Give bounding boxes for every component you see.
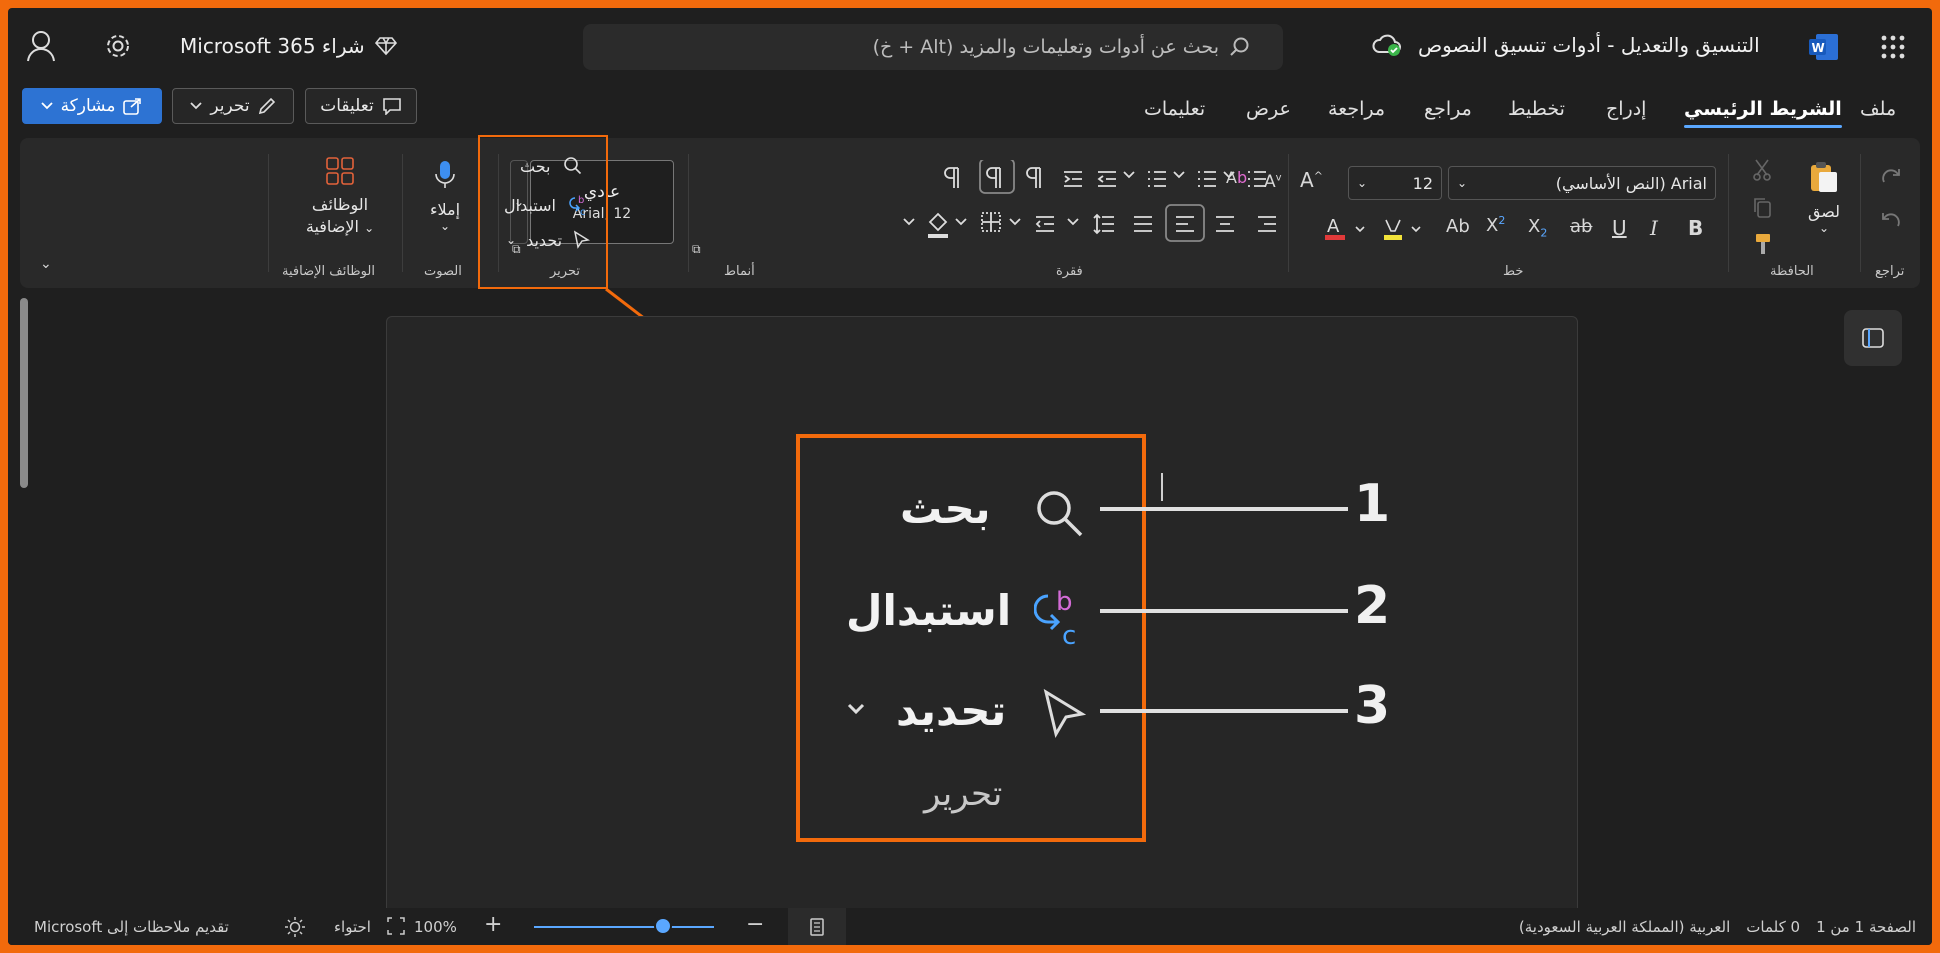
word-count[interactable]: 0 كلمات — [1746, 918, 1800, 936]
language-status[interactable]: العربية (المملكة العربية السعودية) — [1519, 918, 1730, 936]
print-layout-button[interactable] — [788, 908, 846, 945]
feedback-link[interactable]: تقديم ملاحظات إلى Microsoft — [34, 918, 229, 936]
app-window: شراء Microsoft 365 بحث عن أدوات وتعليمات… — [8, 8, 1932, 945]
brightness-icon[interactable] — [284, 916, 306, 938]
zoom-slider-thumb[interactable] — [654, 917, 672, 935]
callout-lines — [1100, 507, 1348, 713]
callout-number-2: 2 — [1354, 576, 1391, 636]
zoom-level[interactable]: 100% — [414, 918, 457, 936]
callout-number-3: 3 — [1354, 676, 1391, 736]
zoom-out-icon[interactable]: − — [746, 912, 764, 937]
page-count[interactable]: الصفحة 1 من 1 — [1816, 918, 1916, 936]
page-layout-icon — [809, 917, 825, 937]
status-bar: تقديم ملاحظات إلى Microsoft احتواء 100% … — [8, 908, 1932, 945]
zoom-in-icon[interactable]: + — [484, 912, 502, 937]
callout-number-1: 1 — [1354, 474, 1391, 534]
zoom-slider[interactable] — [534, 926, 714, 928]
status-info: الصفحة 1 من 1 0 كلمات العربية (المملكة ا… — [1456, 918, 1916, 936]
fit-icon[interactable] — [386, 916, 406, 936]
fit-label[interactable]: احتواء — [334, 918, 371, 936]
